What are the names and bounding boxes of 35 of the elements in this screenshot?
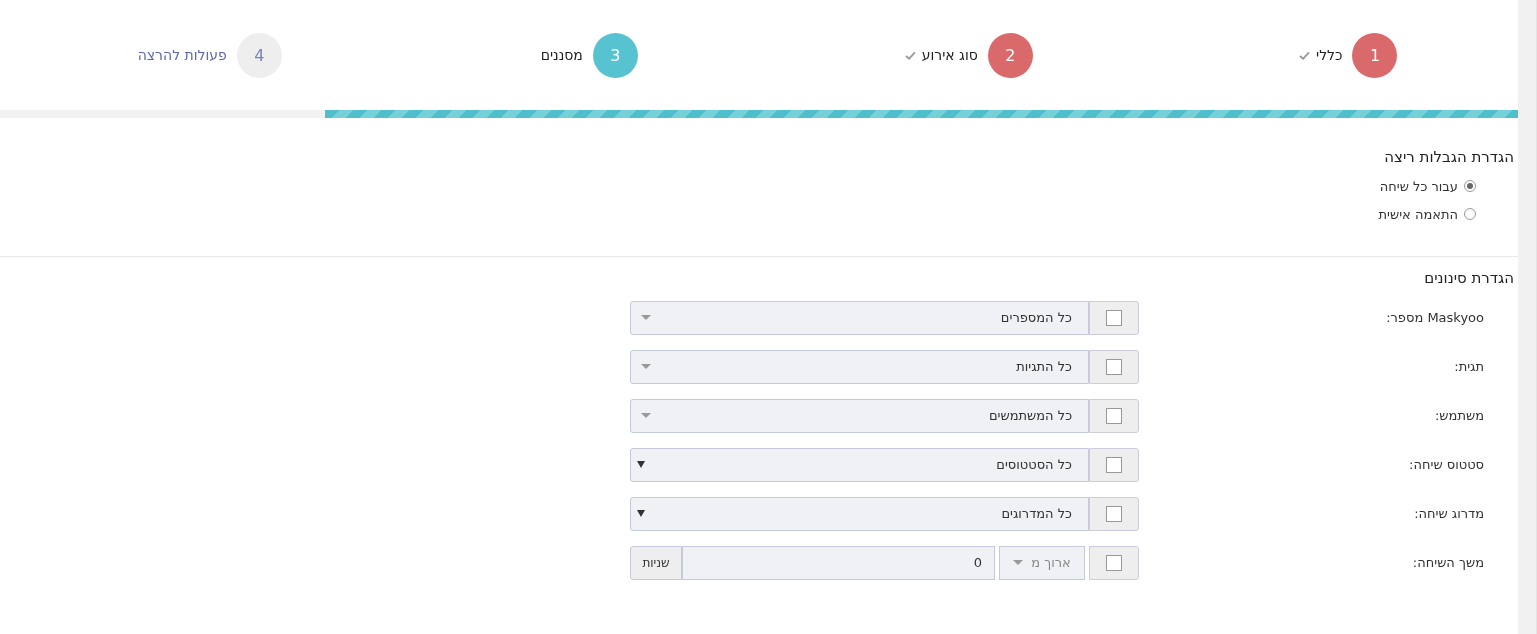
step-label[interactable]: סוג אירוע — [921, 47, 978, 63]
step-label[interactable]: מסננים — [540, 47, 583, 63]
dropdown[interactable]: כל המשתמשים — [630, 398, 1089, 433]
dropdown[interactable]: כל התגיות — [630, 349, 1089, 384]
caret-icon — [637, 461, 645, 468]
dropdown[interactable]: כל המספרים — [630, 300, 1089, 335]
radio-label[interactable]: עבור כל שיחה — [1379, 178, 1458, 194]
checkbox[interactable] — [1106, 505, 1122, 522]
filter-label: משך השיחה: — [1411, 555, 1485, 570]
section-title: הגדרת הגבלות ריצה — [1383, 148, 1514, 166]
checkbox[interactable] — [1106, 456, 1122, 473]
dropdown[interactable]: כל הסטטוסים — [630, 447, 1089, 482]
caret-icon — [637, 510, 645, 517]
caret-icon — [641, 315, 651, 320]
step-label[interactable]: כללי — [1316, 47, 1343, 63]
caret-icon — [641, 364, 651, 369]
checkbox[interactable] — [1106, 407, 1122, 424]
checkbox[interactable] — [1106, 309, 1122, 326]
caret-icon — [1013, 560, 1024, 565]
checkbox[interactable] — [1106, 358, 1122, 375]
step-label[interactable]: פעולות להרצה — [137, 47, 227, 63]
duration-input[interactable]: 0 — [682, 545, 995, 580]
filter-label: תגית: — [1453, 359, 1485, 374]
filter-label: משתמש: — [1434, 408, 1485, 423]
checkbox[interactable] — [1106, 554, 1122, 571]
filter-label: Maskyoo מספר: — [1385, 310, 1485, 325]
filter-label: סטטוס שיחה: — [1408, 457, 1485, 472]
unit-addon: שניות — [630, 545, 682, 580]
section-title: הגדרת סינונים — [1423, 269, 1514, 287]
radio-label[interactable]: התאמה אישית — [1378, 206, 1458, 222]
checkmark-icon — [1299, 50, 1311, 60]
dropdown[interactable]: כל המדרוגים — [630, 496, 1089, 531]
filter-label: מדרוג שיחה: — [1413, 506, 1485, 521]
caret-icon — [641, 413, 651, 418]
checkmark-icon — [904, 50, 916, 60]
